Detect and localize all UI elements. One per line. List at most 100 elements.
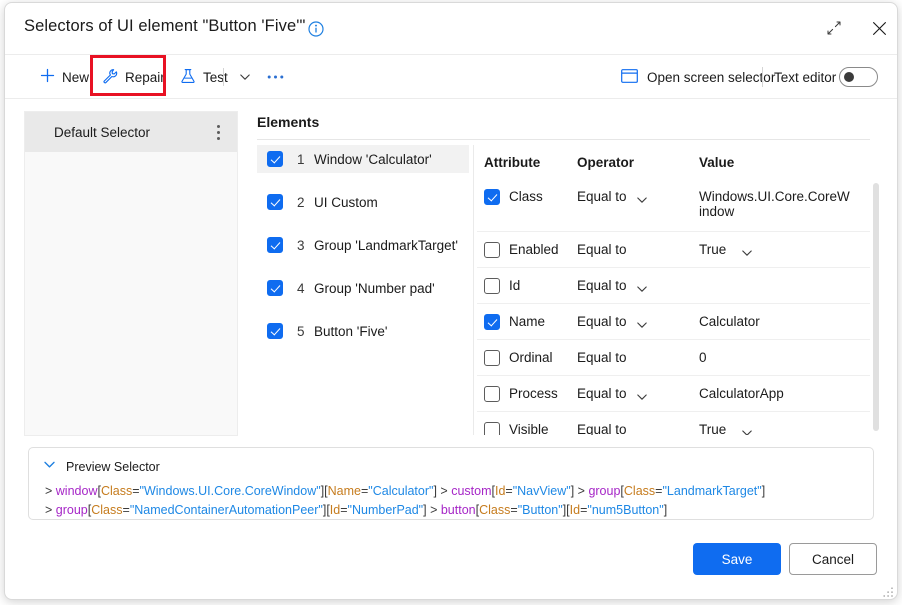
selector-list-panel: Default Selector xyxy=(24,111,238,436)
element-checkbox[interactable] xyxy=(267,323,283,339)
repair-button[interactable]: Repair xyxy=(95,61,172,93)
preview-selector-toggle[interactable]: Preview Selector xyxy=(43,458,160,476)
element-list-item[interactable]: 1Window 'Calculator' xyxy=(257,145,469,173)
preview-selector-panel: Preview Selector > window[Class="Windows… xyxy=(28,447,874,520)
attribute-operator[interactable]: Equal to xyxy=(577,189,627,204)
selector-token-br: ] xyxy=(664,503,667,517)
attribute-name: Name xyxy=(509,314,545,329)
resize-grip[interactable] xyxy=(881,585,894,598)
attribute-checkbox[interactable] xyxy=(484,242,500,258)
element-label: Group 'Number pad' xyxy=(314,281,435,296)
element-list-item[interactable]: 5Button 'Five' xyxy=(257,317,469,345)
selector-token-val: "NumberPad" xyxy=(348,503,424,517)
chevron-down-icon[interactable] xyxy=(231,61,259,93)
attribute-checkbox[interactable] xyxy=(484,189,500,205)
attribute-checkbox[interactable] xyxy=(484,314,500,330)
element-checkbox[interactable] xyxy=(267,194,283,210)
more-options-icon[interactable] xyxy=(259,61,292,93)
selector-token-el: group xyxy=(56,503,88,517)
selector-token-br: ][ xyxy=(323,503,330,517)
toolbar-divider xyxy=(223,68,224,86)
attribute-operator[interactable]: Equal to xyxy=(577,278,627,293)
operator-chevron-down-icon[interactable] xyxy=(636,282,648,300)
attributes-scrollbar[interactable] xyxy=(873,183,879,431)
attribute-row: Process Equal to CalculatorApp xyxy=(477,375,870,411)
open-screen-selector-button[interactable]: Open screen selector xyxy=(614,61,782,93)
attributes-table-header: Attribute Operator Value xyxy=(477,145,870,179)
selector-token-el: custom xyxy=(451,484,491,498)
attribute-checkbox[interactable] xyxy=(484,386,500,402)
cancel-button[interactable]: Cancel xyxy=(789,543,877,575)
expand-icon[interactable] xyxy=(818,13,850,43)
elements-divider xyxy=(257,139,870,140)
info-icon[interactable] xyxy=(308,21,324,37)
panel-divider xyxy=(473,145,474,435)
selector-token-at: Class xyxy=(91,503,122,517)
operator-chevron-down-icon[interactable] xyxy=(636,318,648,336)
selector-token-br: ] xyxy=(762,484,765,498)
attribute-value[interactable]: True xyxy=(699,242,851,257)
element-index: 3 xyxy=(297,238,308,253)
more-vertical-icon[interactable] xyxy=(205,118,231,146)
operator-chevron-down-icon[interactable] xyxy=(636,193,648,211)
value-chevron-down-icon[interactable] xyxy=(741,426,753,435)
selector-token-at: Id xyxy=(495,484,505,498)
element-list-item[interactable]: 3 Group 'LandmarkTarget' xyxy=(257,231,469,259)
attribute-checkbox[interactable] xyxy=(484,350,500,366)
selector-token-gt: > xyxy=(437,484,451,498)
selector-token-at: Name xyxy=(328,484,361,498)
column-header-operator: Operator xyxy=(577,155,634,170)
command-bar: New Repair Test xyxy=(5,55,897,99)
attribute-value[interactable]: CalculatorApp xyxy=(699,386,851,401)
attribute-value[interactable]: Calculator xyxy=(699,314,851,329)
attribute-name: Process xyxy=(509,386,558,401)
value-chevron-down-icon[interactable] xyxy=(741,246,753,264)
element-index: 2 xyxy=(297,195,308,210)
column-header-value: Value xyxy=(699,155,734,170)
selector-token-gt: > xyxy=(427,503,441,517)
element-label: Group 'LandmarkTarget' xyxy=(314,238,458,253)
dialog-titlebar: Selectors of UI element "Button 'Five'" xyxy=(5,3,897,55)
attribute-operator[interactable]: Equal to xyxy=(577,422,627,435)
attribute-row: Ordinal Equal to 0 xyxy=(477,339,870,375)
selector-token-el: window xyxy=(56,484,98,498)
close-icon[interactable] xyxy=(863,13,895,43)
plus-icon xyxy=(40,68,55,86)
selector-token-val: "Windows.UI.Core.CoreWindow" xyxy=(140,484,321,498)
attribute-operator[interactable]: Equal to xyxy=(577,386,627,401)
attribute-checkbox[interactable] xyxy=(484,278,500,294)
selector-token-val: "NamedContainerAutomationPeer" xyxy=(130,503,323,517)
attribute-value[interactable]: 0 xyxy=(699,350,851,365)
new-button[interactable]: New xyxy=(33,61,96,93)
selector-token-gt: > xyxy=(45,503,56,517)
attribute-name: Visible xyxy=(509,422,549,435)
operator-chevron-down-icon[interactable] xyxy=(636,390,648,408)
attribute-operator[interactable]: Equal to xyxy=(577,242,627,257)
element-list-item[interactable]: 4 Group 'Number pad' xyxy=(257,274,469,302)
attribute-operator[interactable]: Equal to xyxy=(577,314,627,329)
attribute-checkbox[interactable] xyxy=(484,422,500,435)
attribute-row: ClassEqual toWindows.UI.Core.CoreWindow xyxy=(477,179,870,231)
attribute-name: Enabled xyxy=(509,242,559,257)
attribute-value[interactable]: Windows.UI.Core.CoreWindow xyxy=(699,189,851,219)
element-checkbox[interactable] xyxy=(267,237,283,253)
selector-line: > group[Class="NamedContainerAutomationP… xyxy=(45,501,863,520)
text-editor-toggle[interactable] xyxy=(839,67,878,87)
element-checkbox[interactable] xyxy=(267,151,283,167)
toolbar-divider-2 xyxy=(762,67,763,87)
elements-list: 1Window 'Calculator' 2UI Custom 3 Group 'La… xyxy=(257,145,469,360)
attribute-value[interactable]: True xyxy=(699,422,851,435)
attributes-table: Attribute Operator Value ClassEqual toWi… xyxy=(477,145,870,435)
attribute-name: Ordinal xyxy=(509,350,553,365)
attribute-operator[interactable]: Equal to xyxy=(577,350,627,365)
element-checkbox[interactable] xyxy=(267,280,283,296)
element-list-item[interactable]: 2UI Custom xyxy=(257,188,469,216)
selector-list-item-default[interactable]: Default Selector xyxy=(25,112,237,152)
new-button-label: New xyxy=(62,70,89,85)
selector-token-val: "num5Button" xyxy=(587,503,663,517)
save-button[interactable]: Save xyxy=(693,543,781,575)
test-button[interactable]: Test xyxy=(173,61,235,93)
attribute-row: IdEqual to xyxy=(477,267,870,303)
preview-selector-code[interactable]: > window[Class="Windows.UI.Core.CoreWind… xyxy=(45,482,863,520)
element-index: 4 xyxy=(297,281,308,296)
